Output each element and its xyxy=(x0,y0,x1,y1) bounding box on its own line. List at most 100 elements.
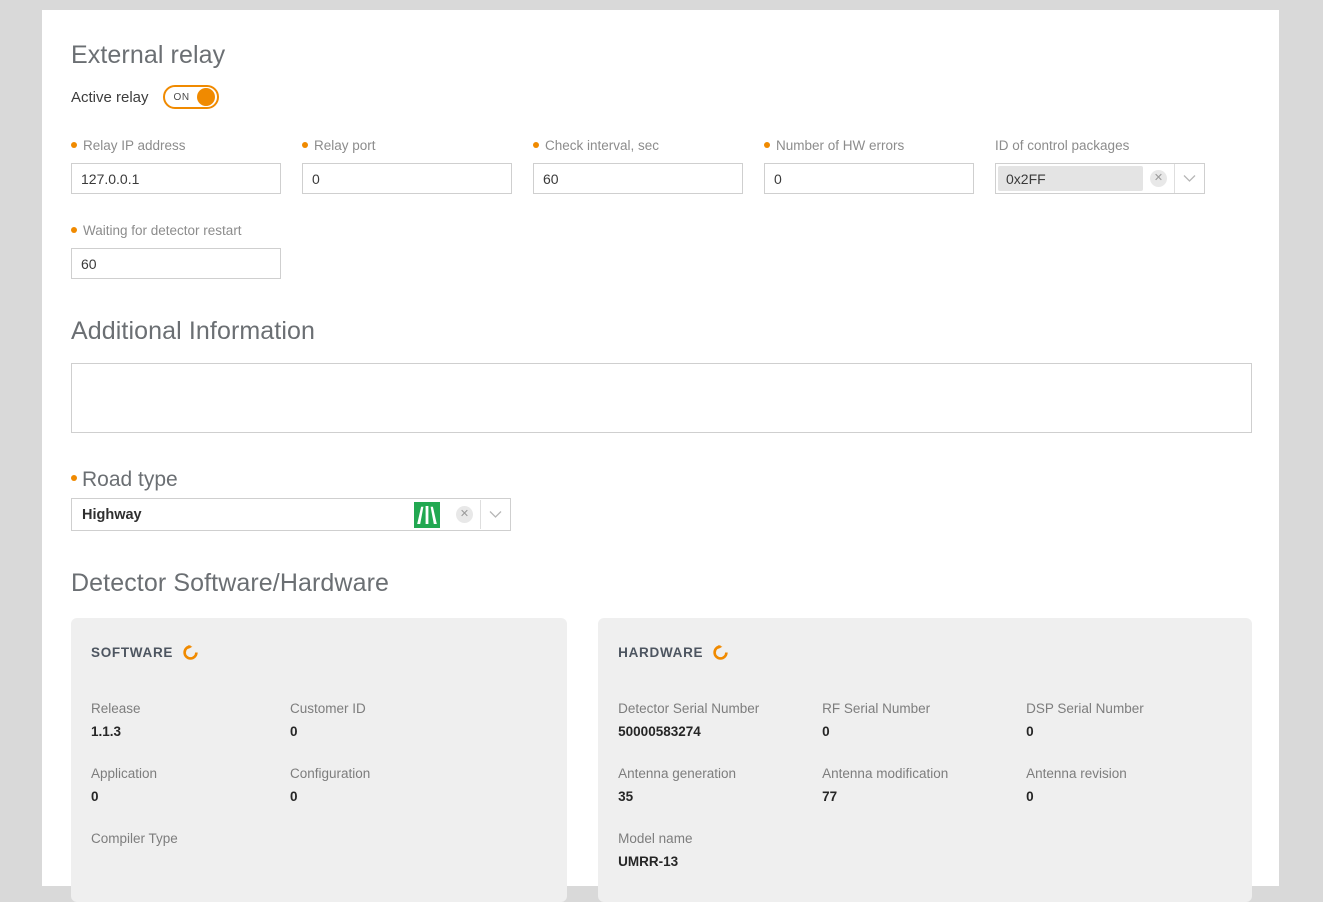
required-bullet-icon xyxy=(764,142,770,148)
software-row: Compiler Type xyxy=(91,831,547,870)
road-type-value: Highway xyxy=(82,506,142,523)
active-relay-row: Active relay ON xyxy=(71,85,1252,109)
id-of-control-packages-select[interactable]: 0x2FF ✕ xyxy=(995,163,1205,194)
kv-compiler-type: Compiler Type xyxy=(91,831,290,870)
kv-value: 77 xyxy=(822,789,838,804)
number-of-hw-errors-input[interactable] xyxy=(764,163,974,194)
field-label: Relay IP address xyxy=(71,138,281,154)
road-type-select[interactable]: Highway ✕ xyxy=(71,498,511,531)
field-id-of-control-packages: ID of control packages 0x2FF ✕ xyxy=(995,138,1205,194)
kv-label: Antenna modification xyxy=(822,766,949,781)
chevron-down-icon[interactable] xyxy=(481,500,510,529)
active-relay-label: Active relay xyxy=(71,88,149,106)
active-relay-toggle-state: ON xyxy=(173,91,190,103)
hardware-row: Antenna generation 35 Antenna modificati… xyxy=(618,766,1232,805)
kv-application: Application 0 xyxy=(91,766,290,805)
field-check-interval: Check interval, sec xyxy=(533,138,743,194)
field-label-text: Check interval, sec xyxy=(545,138,660,153)
settings-form: External relay Active relay ON Relay IP … xyxy=(71,40,1252,902)
highway-sign-icon xyxy=(414,501,440,528)
relay-port-input[interactable] xyxy=(302,163,512,194)
detector-section: Detector Software/Hardware SOFTWARE Rele… xyxy=(71,568,1252,902)
kv-dsp-serial-number: DSP Serial Number 0 xyxy=(1026,701,1230,740)
kv-value: 0 xyxy=(822,724,830,739)
hardware-heading: HARDWARE xyxy=(618,645,704,660)
road-type-label: Road type xyxy=(71,468,1252,492)
software-card: SOFTWARE Release 1.1.3 Customer ID 0 App… xyxy=(71,618,568,902)
field-label-text: Number of HW errors xyxy=(776,138,905,153)
road-type-section: Road type Highway ✕ xyxy=(71,468,1252,531)
field-label-text: ID of control packages xyxy=(995,138,1130,153)
waiting-for-detector-restart-input[interactable] xyxy=(71,248,281,279)
detector-cards: SOFTWARE Release 1.1.3 Customer ID 0 App… xyxy=(71,618,1252,902)
required-bullet-icon xyxy=(71,142,77,148)
close-icon[interactable]: ✕ xyxy=(456,506,473,523)
refresh-icon[interactable] xyxy=(182,644,199,661)
relay-fields-row-2: Waiting for detector restart xyxy=(71,223,1252,279)
road-type-label-text: Road type xyxy=(82,468,178,491)
page-title: External relay xyxy=(71,41,226,69)
field-label-text: Relay port xyxy=(314,138,376,153)
kv-label: Model name xyxy=(618,831,693,846)
field-label-text: Relay IP address xyxy=(83,138,186,153)
required-bullet-icon xyxy=(71,227,77,233)
kv-label: DSP Serial Number xyxy=(1026,701,1144,716)
hardware-row: Model name UMRR-13 xyxy=(618,831,1232,870)
check-interval-input[interactable] xyxy=(533,163,743,194)
kv-release: Release 1.1.3 xyxy=(91,701,290,740)
selected-value-chip: 0x2FF xyxy=(998,166,1143,191)
required-bullet-icon xyxy=(302,142,308,148)
additional-information-textarea[interactable] xyxy=(71,363,1252,433)
software-row: Release 1.1.3 Customer ID 0 xyxy=(91,701,547,740)
chevron-down-icon[interactable] xyxy=(1175,164,1204,193)
kv-label: Application xyxy=(91,766,158,781)
kv-antenna-revision: Antenna revision 0 xyxy=(1026,766,1230,805)
kv-model-name: Model name UMRR-13 xyxy=(618,831,822,870)
kv-value: 0 xyxy=(1026,724,1034,739)
kv-label: Antenna generation xyxy=(618,766,737,781)
kv-value: UMRR-13 xyxy=(618,854,679,869)
kv-label: Release xyxy=(91,701,141,716)
kv-label: Detector Serial Number xyxy=(618,701,760,716)
kv-label: RF Serial Number xyxy=(822,701,931,716)
field-relay-port: Relay port xyxy=(302,138,512,194)
kv-value: 0 xyxy=(91,789,99,804)
field-label-text: Waiting for detector restart xyxy=(83,223,242,238)
kv-label: Antenna revision xyxy=(1026,766,1127,781)
field-label: Check interval, sec xyxy=(533,138,743,154)
field-label: ID of control packages xyxy=(995,138,1205,154)
additional-information-section: Additional Information xyxy=(71,316,1252,438)
kv-value: 1.1.3 xyxy=(91,724,122,739)
software-heading: SOFTWARE xyxy=(91,645,174,660)
kv-antenna-modification: Antenna modification 77 xyxy=(822,766,1026,805)
refresh-icon[interactable] xyxy=(712,644,729,661)
close-icon[interactable]: ✕ xyxy=(1150,170,1167,187)
relay-ip-address-input[interactable] xyxy=(71,163,281,194)
hardware-card: HARDWARE Detector Serial Number 50000583… xyxy=(598,618,1252,902)
additional-information-title: Additional Information xyxy=(71,317,316,345)
kv-customer-id: Customer ID 0 xyxy=(290,701,489,740)
kv-antenna-generation: Antenna generation 35 xyxy=(618,766,822,805)
kv-value: 35 xyxy=(618,789,634,804)
kv-label: Compiler Type xyxy=(91,831,178,846)
detector-title: Detector Software/Hardware xyxy=(71,569,390,597)
field-waiting-for-detector-restart: Waiting for detector restart xyxy=(71,223,281,279)
hardware-card-header: HARDWARE xyxy=(618,644,1232,661)
kv-label: Customer ID xyxy=(290,701,366,716)
required-bullet-icon xyxy=(71,475,77,481)
toggle-knob-icon xyxy=(196,88,215,106)
kv-label: Configuration xyxy=(290,766,371,781)
kv-value: 0 xyxy=(290,789,298,804)
field-label: Waiting for detector restart xyxy=(71,223,281,239)
field-label: Number of HW errors xyxy=(764,138,974,154)
field-label: Relay port xyxy=(302,138,512,154)
kv-rf-serial-number: RF Serial Number 0 xyxy=(822,701,1026,740)
kv-value xyxy=(91,854,290,870)
field-number-of-hw-errors: Number of HW errors xyxy=(764,138,974,194)
kv-detector-serial-number: Detector Serial Number 50000583274 xyxy=(618,701,822,740)
kv-value: 0 xyxy=(290,724,298,739)
active-relay-toggle[interactable]: ON xyxy=(162,85,219,109)
relay-fields-row: Relay IP address Relay port Check interv… xyxy=(71,138,1252,194)
content-panel: External relay Active relay ON Relay IP … xyxy=(42,10,1279,902)
kv-configuration: Configuration 0 xyxy=(290,766,489,805)
